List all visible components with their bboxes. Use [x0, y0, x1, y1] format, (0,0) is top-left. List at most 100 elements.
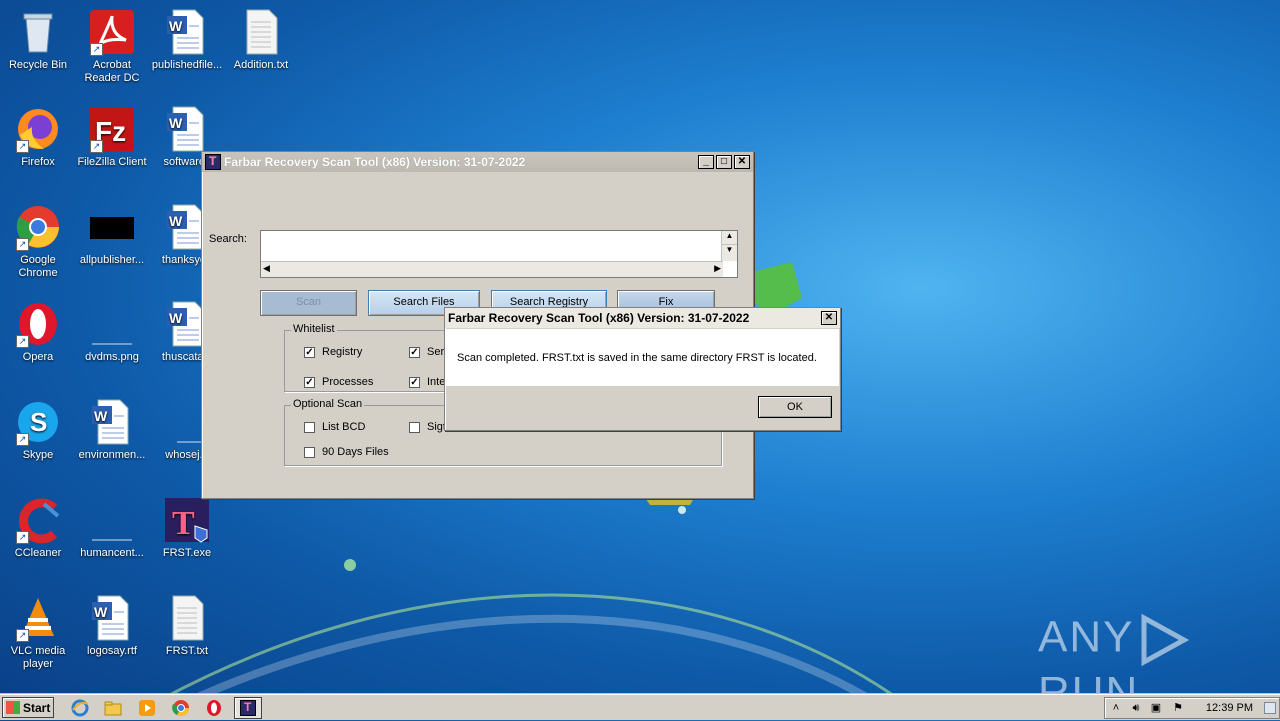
desktop-icon-firefox[interactable]: ↗ Firefox	[0, 105, 76, 169]
scroll-right-icon[interactable]: ▶	[714, 263, 721, 274]
network-icon[interactable]: ▣	[1149, 701, 1163, 715]
word-document-icon: W	[88, 594, 136, 642]
processes-checkbox[interactable]: ✓ Processes	[304, 376, 373, 388]
frst-app-icon: T	[163, 496, 211, 544]
desktop-icon-label: Acrobat Reader DC	[84, 59, 140, 84]
desktop-icon-label: Skype	[22, 449, 54, 461]
word-document-icon: W	[163, 105, 211, 153]
svg-text:W: W	[94, 604, 108, 620]
list-bcd-checkbox[interactable]: List BCD	[304, 421, 365, 433]
firefox-icon: ↗	[14, 105, 62, 153]
desktop-icon-addition-txt[interactable]: Addition.txt	[223, 8, 299, 72]
shortcut-arrow-icon: ↗	[90, 43, 103, 56]
main-window-titlebar[interactable]: Farbar Recovery Scan Tool (x86) Version:…	[202, 152, 753, 172]
dialog-message-area: Scan completed. FRST.txt is saved in the…	[446, 329, 839, 386]
desktop-icon-humancent[interactable]: humancent...	[74, 496, 150, 560]
checkbox-label: Processes	[322, 376, 374, 388]
taskbar: Start ˄ 🔊︎ ▣ ⚑ 12:39 PM	[0, 694, 1280, 720]
vertical-scrollbar[interactable]: ▲ ▼	[721, 231, 737, 261]
svg-text:W: W	[169, 310, 183, 326]
checkbox-box	[304, 421, 315, 433]
ok-button[interactable]: OK	[758, 396, 832, 418]
checkbox-box	[304, 446, 315, 458]
desktop-icon-label: humancent...	[80, 547, 144, 559]
frst-app-icon	[205, 154, 221, 170]
desktop-icon-label: logosay.rtf	[87, 645, 137, 657]
desktop-icon-label: FRST.txt	[165, 645, 209, 657]
desktop-icon-dvdms[interactable]: dvdms.png	[74, 300, 150, 364]
dialog-titlebar[interactable]: Farbar Recovery Scan Tool (x86) Version:…	[445, 308, 840, 328]
svg-text:W: W	[169, 213, 183, 229]
desktop-icon-label: environmen...	[78, 449, 146, 461]
black-image-icon	[88, 203, 136, 251]
frst-app-icon	[240, 700, 256, 716]
desktop-icon-label: Firefox	[21, 156, 55, 168]
desktop-icon-frst-txt[interactable]: FRST.txt	[149, 594, 225, 658]
maximize-button[interactable]: □	[716, 155, 732, 169]
desktop-icon-recycle-bin[interactable]: Recycle Bin	[0, 8, 76, 72]
main-window-title: Farbar Recovery Scan Tool (x86) Version:…	[224, 155, 526, 169]
image-file-icon	[88, 300, 136, 348]
text-file-icon	[163, 594, 211, 642]
services-checkbox[interactable]: ✓ Ser	[409, 346, 444, 358]
internet-explorer-icon[interactable]	[70, 698, 90, 718]
opera-taskbar-icon[interactable]	[204, 698, 224, 718]
clock[interactable]: 12:39 PM	[1206, 702, 1253, 714]
checkbox-label: List BCD	[322, 421, 366, 433]
shortcut-arrow-icon: ↗	[16, 140, 29, 153]
desktop-icon-publishedfile[interactable]: W publishedfile...	[149, 8, 225, 72]
search-label: Search:	[209, 233, 247, 245]
desktop-icon-environment[interactable]: W environmen...	[74, 398, 150, 462]
checkbox-label: Registry	[322, 346, 363, 358]
shortcut-arrow-icon: ↗	[90, 140, 103, 153]
scroll-up-icon[interactable]: ▲	[722, 231, 737, 245]
text-file-icon	[237, 8, 285, 56]
desktop-icon-acrobat[interactable]: ↗ Acrobat Reader DC	[74, 8, 150, 85]
registry-checkbox[interactable]: ✓ Registry	[304, 346, 362, 358]
desktop-icon-logosay[interactable]: W logosay.rtf	[74, 594, 150, 658]
media-player-icon[interactable]	[137, 698, 157, 718]
ccleaner-icon: ↗	[14, 496, 62, 544]
desktop-icon-vlc[interactable]: ↗ VLC media player	[0, 594, 76, 671]
show-hidden-icons-icon[interactable]: ˄	[1109, 701, 1123, 715]
desktop-icon-ccleaner[interactable]: ↗ CCleaner	[0, 496, 76, 560]
search-input[interactable]: ▲ ▼ ◀ ▶	[260, 230, 738, 278]
desktop-icon-filezilla[interactable]: Fz ↗ FileZilla Client	[74, 105, 150, 169]
desktop-icon-label: dvdms.png	[85, 351, 139, 363]
file-explorer-icon[interactable]	[103, 698, 123, 718]
action-center-flag-icon[interactable]: ⚑	[1171, 701, 1185, 715]
skype-icon: S ↗	[14, 398, 62, 446]
start-button[interactable]: Start	[2, 697, 54, 718]
internet-checkbox[interactable]: ✓ Inte	[409, 376, 445, 388]
close-button[interactable]: ✕	[821, 311, 837, 325]
desktop-icon-frst-exe[interactable]: T FRST.exe	[149, 496, 225, 560]
scan-complete-dialog[interactable]: Farbar Recovery Scan Tool (x86) Version:…	[444, 307, 841, 431]
whitelist-label: Whitelist	[291, 323, 337, 335]
close-button[interactable]: ✕	[734, 155, 750, 169]
scan-button[interactable]: Scan	[260, 290, 357, 316]
show-desktop-icon[interactable]	[1264, 702, 1276, 714]
desktop-icon-allpublisher[interactable]: allpublisher...	[74, 203, 150, 267]
scroll-left-icon[interactable]: ◀	[263, 263, 270, 274]
minimize-button[interactable]: _	[698, 155, 714, 169]
word-document-icon: W	[163, 8, 211, 56]
desktop-icon-opera[interactable]: ↗ Opera	[0, 300, 76, 364]
word-document-icon: W	[88, 398, 136, 446]
desktop-icon-skype[interactable]: S ↗ Skype	[0, 398, 76, 462]
horizontal-scrollbar[interactable]: ◀ ▶	[261, 261, 723, 277]
opera-icon: ↗	[14, 300, 62, 348]
vlc-icon: ↗	[14, 594, 62, 642]
90-days-files-checkbox[interactable]: 90 Days Files	[304, 446, 389, 458]
scroll-down-icon[interactable]: ▼	[722, 245, 737, 259]
svg-text:W: W	[169, 18, 183, 34]
volume-icon[interactable]: 🔊︎	[1129, 701, 1143, 715]
sigcheck-checkbox[interactable]: Sigt	[409, 421, 446, 433]
checkmark-icon: ✓	[304, 346, 315, 358]
svg-text:S: S	[30, 407, 47, 437]
checkbox-label: 90 Days Files	[322, 446, 389, 458]
chrome-taskbar-icon[interactable]	[171, 698, 191, 718]
desktop-icon-label: Google Chrome	[18, 254, 58, 279]
shortcut-arrow-icon: ↗	[16, 335, 29, 348]
desktop-icon-google-chrome[interactable]: ↗ Google Chrome	[0, 203, 76, 280]
frst-taskbar-button[interactable]	[234, 697, 262, 719]
